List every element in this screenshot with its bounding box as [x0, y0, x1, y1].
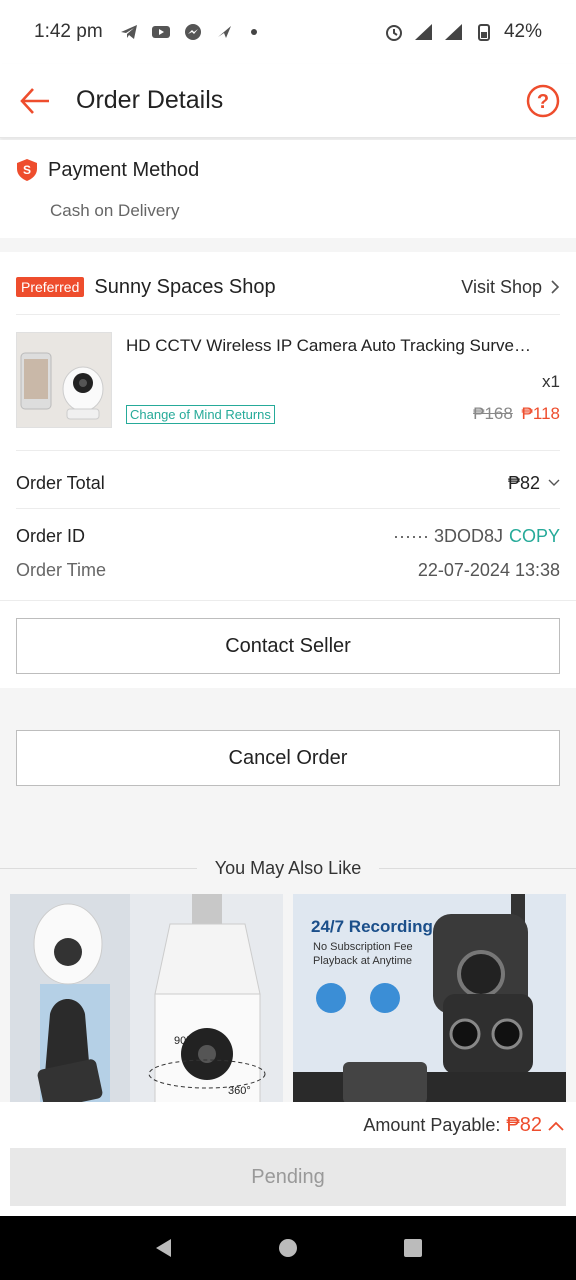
system-icons: 42% — [384, 21, 542, 43]
status-time: 1:42 pm — [34, 21, 103, 42]
product-name: HD CCTV Wireless IP Camera Auto Tracking… — [126, 336, 531, 355]
preferred-badge: Preferred — [16, 277, 85, 297]
youtube-icon — [151, 26, 170, 38]
alarm-icon — [385, 25, 402, 41]
bulb-camera-image: 90° 360° — [10, 894, 283, 1104]
telegram-icon — [120, 25, 137, 39]
page-title: Order Details — [76, 86, 224, 114]
rec2-subtitle: No Subscription Fee — [313, 941, 413, 953]
help-icon[interactable]: ? — [526, 84, 560, 118]
copy-button[interactable]: COPY — [509, 526, 560, 547]
nav-recents-icon[interactable] — [403, 1238, 423, 1258]
visit-shop-label: Visit Shop — [461, 276, 542, 297]
camera-product-image — [17, 333, 111, 427]
order-id-value: ······ 3DOD8J — [392, 526, 503, 546]
chevron-right-icon — [551, 280, 560, 294]
payment-method-value: Cash on Delivery — [50, 201, 180, 220]
returns-tag: Change of Mind Returns — [126, 405, 275, 424]
shop-name[interactable]: Sunny Spaces Shop — [94, 276, 275, 299]
product-prices: ₱168 ₱118 — [473, 404, 560, 424]
product-quantity: x1 — [542, 372, 560, 391]
app-bar: Order Details ? — [0, 64, 576, 138]
payment-method-section: S Payment Method Cash on Delivery — [0, 140, 576, 238]
angle-label-90: 90° — [174, 1035, 191, 1047]
chevron-up-icon — [548, 1121, 564, 1131]
status-bar: 1:42 pm 42% — [0, 0, 576, 64]
order-time-value: 22-07-2024 13:38 — [417, 560, 560, 580]
svg-text:S: S — [23, 163, 31, 177]
order-time-row: Order Time 22-07-2024 13:38 — [16, 560, 560, 581]
discounted-price: ₱118 — [521, 404, 560, 423]
signal-icon-2 — [444, 24, 462, 40]
rec2-headline: 24/7 Recording — [311, 917, 433, 936]
amount-payable-label: Amount Payable: — [363, 1115, 501, 1135]
shield-icon: S — [17, 159, 37, 181]
contact-seller-button[interactable]: Contact Seller — [16, 618, 560, 674]
product-thumbnail — [16, 332, 112, 428]
signal-icon — [414, 24, 432, 40]
recommendations-title: You May Also Like — [214, 857, 362, 878]
cancel-order-button[interactable]: Cancel Order — [16, 730, 560, 786]
battery-icon — [477, 24, 490, 41]
order-total-row[interactable]: Order Total ₱82 — [16, 468, 560, 498]
rec2-subtitle-2: Playback at Anytime — [313, 955, 412, 967]
messenger-icon — [184, 24, 201, 40]
divider — [0, 600, 576, 601]
chevron-down-icon — [548, 479, 560, 486]
divider — [16, 314, 560, 315]
original-price: ₱168 — [473, 404, 513, 423]
visit-shop-link[interactable]: Visit Shop — [461, 277, 560, 298]
payment-method-title: Payment Method — [48, 158, 200, 181]
order-total-value: ₱82 — [507, 472, 540, 493]
bottom-panel: Amount Payable: ₱82 Pending — [0, 1102, 576, 1216]
nav-home-icon[interactable] — [278, 1238, 298, 1258]
order-time-label: Order Time — [16, 560, 107, 580]
divider — [16, 450, 560, 451]
divider — [16, 508, 560, 509]
recommendations-header: You May Also Like — [0, 856, 576, 880]
battery-percent: 42% — [503, 21, 542, 42]
back-button[interactable] — [0, 64, 70, 138]
send-icon — [217, 26, 231, 38]
notification-icons — [119, 22, 257, 42]
recommended-product-1[interactable]: 90° 360° — [10, 894, 283, 1104]
divider — [379, 867, 576, 869]
svg-text:?: ? — [537, 91, 549, 113]
divider — [0, 867, 197, 869]
nav-back-icon[interactable] — [153, 1237, 173, 1259]
product-item[interactable]: HD CCTV Wireless IP Camera Auto Tracking… — [16, 332, 560, 428]
order-id-label: Order ID — [16, 526, 86, 546]
more-notifications-dot — [250, 29, 257, 35]
ptz-camera-image: 24/7 Recording No Subscription Fee Playb… — [293, 894, 566, 1104]
recommended-product-2[interactable]: 24/7 Recording No Subscription Fee Playb… — [293, 894, 566, 1104]
order-id-row: Order ID ······ 3DOD8J COPY — [16, 526, 560, 547]
pending-button[interactable]: Pending — [10, 1148, 566, 1206]
order-total-label: Order Total — [16, 472, 105, 493]
angle-label-360: 360° — [228, 1085, 251, 1097]
order-card: Preferred Sunny Spaces Shop Visit Shop H… — [0, 252, 576, 688]
amount-payable[interactable]: Amount Payable: ₱82 — [363, 1114, 564, 1137]
system-nav-bar — [0, 1216, 576, 1280]
shop-row: Preferred Sunny Spaces Shop Visit Shop — [16, 272, 560, 302]
amount-payable-value: ₱82 — [506, 1114, 542, 1136]
back-arrow-icon — [20, 87, 49, 114]
